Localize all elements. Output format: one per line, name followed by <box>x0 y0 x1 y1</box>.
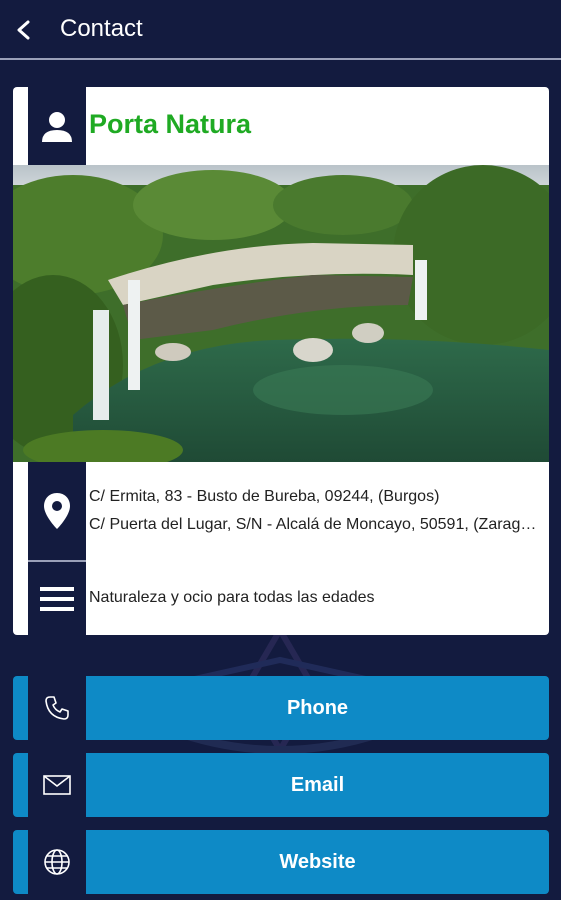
address-line-1[interactable]: C/ Ermita, 83 - Busto de Bureba, 09244, … <box>89 488 539 506</box>
phone-icon-strip <box>28 676 86 740</box>
website-button-label: Website <box>279 850 356 873</box>
menu-lines-icon <box>40 586 74 611</box>
description-row: Naturaleza y ocio para todas las edades <box>13 562 549 635</box>
phone-button-label: Phone <box>286 696 349 719</box>
person-icon <box>42 112 72 142</box>
email-button-label: Email <box>290 773 345 796</box>
globe-icon <box>44 849 70 875</box>
email-icon-strip <box>28 753 86 817</box>
address-line-2[interactable]: C/ Puerta del Lugar, S/N - Alcalá de Mon… <box>89 516 539 534</box>
phone-icon <box>45 696 69 720</box>
email-button[interactable]: Email <box>13 753 549 817</box>
website-icon-strip <box>28 830 86 894</box>
app-bar: Contact <box>0 0 561 60</box>
chevron-left-icon <box>17 20 30 40</box>
phone-button[interactable]: Phone <box>13 676 549 740</box>
back-button[interactable] <box>4 10 44 50</box>
waterfall-photo <box>13 165 549 462</box>
title-row: Porta Natura <box>13 87 549 165</box>
map-pin-icon <box>44 493 70 529</box>
description-text: Naturaleza y ocio para todas las edades <box>89 589 375 606</box>
place-name: Porta Natura <box>89 109 252 139</box>
envelope-icon <box>43 775 71 795</box>
website-button[interactable]: Website <box>13 830 549 894</box>
page-title: Contact <box>60 15 143 42</box>
person-icon-strip <box>28 87 86 165</box>
address-row: C/ Ermita, 83 - Busto de Bureba, 09244, … <box>13 462 549 560</box>
description-icon-strip <box>28 562 86 635</box>
address-icon-strip <box>28 462 86 560</box>
contact-card: Porta Natura C/ Ermita, 83 - Busto de Bu… <box>13 87 549 635</box>
